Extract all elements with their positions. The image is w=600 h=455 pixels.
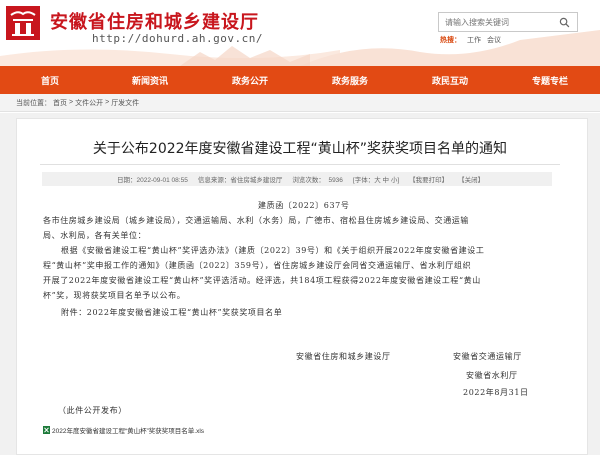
- nav-item-home[interactable]: 首页: [0, 66, 100, 94]
- signature-transport: 安徽省交通运输厅: [453, 352, 522, 361]
- main-nav: 首页 新闻资讯 政务公开 政务服务 政民互动 专题专栏: [0, 66, 600, 94]
- search-box: [438, 12, 578, 32]
- article-date: 日期：2022-09-01 08:55: [117, 177, 188, 184]
- font-large-button[interactable]: 大: [374, 177, 381, 184]
- views-count: 5936: [328, 177, 343, 184]
- paragraph-line: 杯”奖，现将获奖项目名单予以公布。: [43, 291, 186, 300]
- article-info-bar: 日期：2022-09-01 08:55 信息来源：省住房城乡建设厅 浏览次数： …: [42, 172, 552, 186]
- signature-water: 安徽省水利厅: [466, 371, 518, 380]
- signature-housing: 安徽省住房和城乡建设厅: [296, 352, 391, 361]
- close-button[interactable]: 【关闭】: [458, 174, 484, 184]
- breadcrumb-dept-docs[interactable]: 厅发文件: [111, 98, 139, 108]
- hot-search-item[interactable]: 会议: [487, 35, 501, 45]
- breadcrumb-home[interactable]: 首页: [53, 98, 67, 108]
- print-button[interactable]: 【我要打印】: [409, 174, 448, 184]
- font-small-button[interactable]: 小: [391, 177, 398, 184]
- search-input[interactable]: [439, 13, 553, 31]
- site-title: 安徽省住房和城乡建设厅: [50, 12, 259, 33]
- article-views: 浏览次数： 5936: [292, 174, 343, 184]
- hot-search-label: 热搜：: [440, 37, 461, 44]
- excel-file-icon: [43, 426, 50, 434]
- breadcrumb-prefix: 当前位置：: [16, 99, 51, 107]
- site-url: http://dohurd.ah.gov.cn/: [92, 32, 263, 45]
- title-divider: [40, 164, 560, 165]
- article-source: 信息来源：省住房城乡建设厅: [197, 177, 283, 184]
- breadcrumb-file-public[interactable]: 文件公开: [75, 98, 103, 108]
- views-label: 浏览次数：: [292, 177, 325, 184]
- font-size-control: [字体：大 中 小]: [352, 177, 400, 184]
- nav-item-topics[interactable]: 专题专栏: [500, 66, 600, 94]
- nav-item-news[interactable]: 新闻资讯: [100, 66, 200, 94]
- search-button[interactable]: [553, 13, 575, 31]
- paragraph-line: 根据《安徽省建设工程“黄山杯”奖评选办法》（建质〔2022〕39号）和《关于组织…: [61, 246, 485, 255]
- nav-item-interaction[interactable]: 政民互动: [400, 66, 500, 94]
- attachment-filename: 2022年度安徽省建设工程“黄山杯”奖获奖项目名单.xls: [52, 428, 205, 435]
- attachment-line: 附件：2022年度安徽省建设工程“黄山杯”奖获奖项目名单: [61, 308, 283, 317]
- breadcrumb-separator: >: [105, 99, 110, 106]
- attachment-link[interactable]: 2022年度安徽省建设工程“黄山杯”奖获奖项目名单.xls: [43, 425, 204, 435]
- hot-search-item[interactable]: 工作: [467, 35, 481, 45]
- font-size-label: 字体：: [354, 177, 375, 184]
- logo-icon[interactable]: [6, 6, 40, 40]
- paragraph-line: 开展了2022年度安徽省建设工程“黄山杯”奖评选活动。经评选，共184项工程获得…: [43, 276, 481, 285]
- recipients-line: 局、水利局，各有关单位：: [43, 231, 147, 240]
- signature-date: 2022年8月31日: [463, 388, 529, 397]
- nav-item-gov-service[interactable]: 政务服务: [300, 66, 400, 94]
- nav-item-gov-info[interactable]: 政务公开: [200, 66, 300, 94]
- breadcrumb: 当前位置： 首页 > 文件公开 > 厅发文件: [0, 94, 600, 112]
- public-note: （此件公开发布）: [58, 406, 127, 415]
- recipients-line: 各市住房城乡建设局（城乡建设局），交通运输局、水利（水务）局，广德市、宿松县住房…: [43, 216, 469, 225]
- search-icon: [559, 17, 569, 27]
- site-header: 安徽省住房和城乡建设厅 http://dohurd.ah.gov.cn/ 热搜：…: [0, 0, 600, 66]
- font-medium-button[interactable]: 中: [383, 177, 390, 184]
- doc-number: 建质函〔2022〕637号: [258, 201, 350, 210]
- paragraph-line: 程“黄山杯”奖申报工作的通知》（建质函〔2022〕359号），省住房城乡建设厅会…: [43, 261, 472, 270]
- breadcrumb-separator: >: [69, 99, 74, 106]
- article-title: 关于公布2022年度安徽省建设工程“黄山杯”奖获奖项目名单的通知: [92, 141, 508, 157]
- hot-search-row: 热搜： 工作 会议: [440, 35, 501, 45]
